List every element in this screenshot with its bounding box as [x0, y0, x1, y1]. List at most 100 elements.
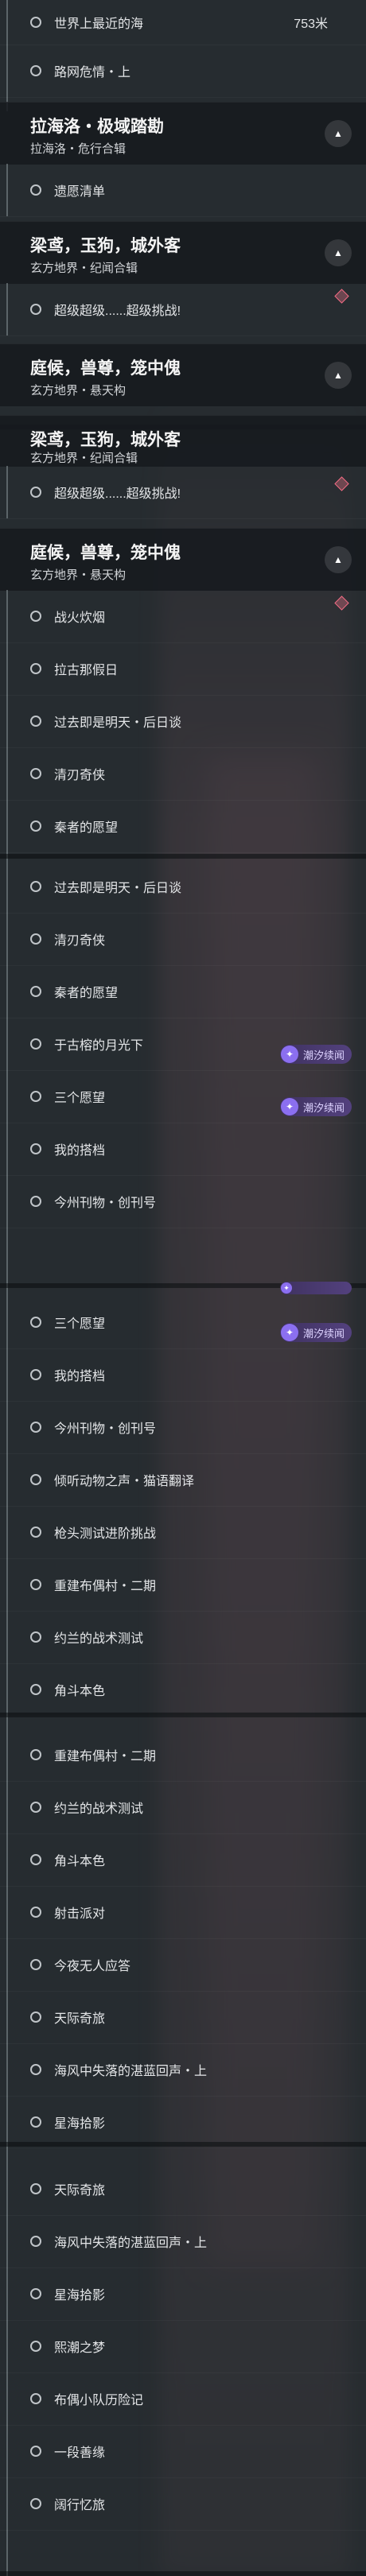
- item-label: 三个愿望: [54, 1317, 106, 1331]
- badge-label: 潮汐续闻: [303, 1101, 345, 1114]
- list-item[interactable]: 秦者的愿望: [0, 800, 366, 853]
- list-item[interactable]: 我的搭档: [0, 1348, 366, 1402]
- item-label: 射击派对: [54, 1907, 106, 1921]
- group-header[interactable]: 庭候，兽尊，笼中傀 玄方地界・悬天构 ▲: [0, 343, 366, 406]
- circle-outline-icon: [30, 1749, 41, 1760]
- list-item[interactable]: 战火炊烟: [0, 590, 366, 643]
- badge-label: 潮汐续闻: [303, 1049, 345, 1061]
- item-label: 过去即是明天・后日谈: [54, 882, 182, 895]
- list-item[interactable]: 今夜无人应答: [0, 1938, 366, 1992]
- item-label: 秦者的愿望: [54, 987, 119, 1000]
- group-header[interactable]: 梁鸢，玉狗，城外客 玄方地界・纪闻合辑 ▲: [0, 221, 366, 284]
- list-item[interactable]: 天际奇旅: [0, 2163, 366, 2216]
- circle-outline-icon: [30, 304, 41, 315]
- circle-outline-icon: [30, 17, 41, 28]
- circle-outline-icon: [30, 1802, 41, 1813]
- list-item[interactable]: 今州刊物・创刊号: [0, 1401, 366, 1454]
- list-item[interactable]: 拉古那假日: [0, 642, 366, 696]
- circle-outline-icon: [30, 1317, 41, 1328]
- item-label: 过去即是明天・后日谈: [54, 716, 182, 730]
- list-item[interactable]: 星海拾影: [0, 2096, 366, 2149]
- list-item[interactable]: 一段善缘: [0, 2425, 366, 2478]
- item-label: 约兰的战术测试: [54, 1632, 144, 1646]
- list-item[interactable]: 秦者的愿望: [0, 965, 366, 1018]
- list-item[interactable]: 重建布偶村・二期: [0, 1728, 366, 1782]
- chevron-up-icon[interactable]: ▲: [325, 546, 352, 573]
- item-label: 熙潮之梦: [54, 2341, 106, 2355]
- item-label: 枪头测试进阶挑战: [54, 1527, 157, 1541]
- list-item[interactable]: 星海拾影: [0, 2268, 366, 2321]
- list-item[interactable]: 今州刊物・创刊号: [0, 1175, 366, 1228]
- list-item[interactable]: 海风中失落的湛蓝回声・上: [0, 2215, 366, 2268]
- item-label: 角斗本色: [54, 1855, 106, 1868]
- list-item[interactable]: 过去即是明天・后日谈: [0, 860, 366, 914]
- list-item[interactable]: 清刃奇侠: [0, 747, 366, 801]
- circle-outline-icon: [30, 611, 41, 622]
- group-header[interactable]: 拉海洛・极域踏勘 拉海洛・危行合辑 ▲: [0, 102, 366, 165]
- list-item[interactable]: 射击派对: [0, 1886, 366, 1939]
- item-label: 星海拾影: [54, 2289, 106, 2302]
- list-item[interactable]: 天际奇旅: [0, 1991, 366, 2044]
- circle-outline-icon: [30, 2498, 41, 2509]
- list-item[interactable]: 熙潮之梦: [0, 2320, 366, 2373]
- item-label: 约兰的战术测试: [54, 1802, 144, 1816]
- item-label: 于古榕的月光下: [54, 1039, 144, 1053]
- list-item[interactable]: 角斗本色: [0, 1663, 366, 1717]
- list-item[interactable]: 角斗本色: [0, 1833, 366, 1887]
- item-label: 我的搭档: [54, 1370, 106, 1383]
- circle-outline-icon: [30, 2236, 41, 2247]
- screen-6: 天际奇旅 海风中失落的湛蓝回声・上 星海拾影 熙潮之梦 布偶小队历险记 一段善缘…: [0, 2147, 366, 2576]
- chevron-up-icon[interactable]: ▲: [325, 120, 352, 147]
- circle-outline-icon: [30, 2012, 41, 2023]
- screen-5: 重建布偶村・二期 约兰的战术测试 角斗本色 射击派对 今夜无人应答 天际奇旅 海…: [0, 1717, 366, 2147]
- list-item[interactable]: 约兰的战术测试: [0, 1781, 366, 1834]
- circle-outline-icon: [30, 2446, 41, 2457]
- group-subtitle: 玄方地界・纪闻合辑: [30, 262, 138, 275]
- list-item[interactable]: 重建布偶村・二期: [0, 1558, 366, 1612]
- list-item[interactable]: 清刃奇侠: [0, 913, 366, 966]
- circle-outline-icon: [30, 1422, 41, 1433]
- badge-label: 潮汐续闻: [303, 1327, 345, 1340]
- circle-outline-icon: [30, 2183, 41, 2194]
- list-item[interactable]: 超级超级......超级挑战!: [0, 466, 366, 519]
- chevron-up-icon[interactable]: ▲: [325, 239, 352, 266]
- group-header-partial[interactable]: 梁鸢，玉狗，城外客 玄方地界・纪闻合辑: [0, 415, 366, 467]
- list-item[interactable]: 海风中失落的湛蓝回声・上: [0, 2043, 366, 2097]
- list-item[interactable]: 倾听动物之声・猫语翻译: [0, 1453, 366, 1507]
- circle-outline-icon: [30, 1684, 41, 1695]
- circle-outline-icon: [30, 1474, 41, 1485]
- group-title: 梁鸢，玉狗，城外客: [30, 431, 181, 449]
- list-item[interactable]: 世界上最近的海 753米: [0, 0, 366, 45]
- screen-3: 过去即是明天・后日谈 清刃奇侠 秦者的愿望 于古榕的月光下 ✦ 潮汐续闻 三个愿…: [0, 859, 366, 1288]
- list-item[interactable]: 我的搭档: [0, 1123, 366, 1176]
- list-item[interactable]: 路网危情・上: [0, 45, 366, 98]
- item-label: 星海拾影: [54, 2117, 106, 2131]
- chevron-up-icon[interactable]: ▲: [325, 362, 352, 389]
- circle-outline-icon: [30, 986, 41, 997]
- list-item[interactable]: 枪头测试进阶挑战: [0, 1506, 366, 1559]
- list-item[interactable]: 约兰的战术测试: [0, 1611, 366, 1664]
- circle-outline-icon: [30, 1091, 41, 1102]
- item-label: 遗愿清单: [54, 185, 106, 199]
- item-label: 海风中失落的湛蓝回声・上: [54, 2237, 208, 2250]
- list-item[interactable]: 过去即是明天・后日谈: [0, 695, 366, 748]
- item-label: 海风中失落的湛蓝回声・上: [54, 2065, 208, 2078]
- circle-outline-icon: [30, 768, 41, 779]
- item-label: 世界上最近的海: [54, 17, 144, 31]
- circle-outline-icon: [30, 716, 41, 727]
- circle-outline-icon: [30, 663, 41, 674]
- item-label: 清刃奇侠: [54, 934, 106, 948]
- item-label: 今州刊物・创刊号: [54, 1422, 157, 1436]
- group-header[interactable]: 庭候，兽尊，笼中傀 玄方地界・悬天构 ▲: [0, 528, 366, 591]
- list-item[interactable]: 遗愿清单: [0, 164, 366, 217]
- item-label: 角斗本色: [54, 1685, 106, 1698]
- screen-4: ✦ 三个愿望 ✦ 潮汐续闻 我的搭档 今州刊物・创刊号 倾听动物之声・猫语翻译 …: [0, 1282, 366, 1717]
- list-item[interactable]: 超级超级......超级挑战!: [0, 283, 366, 336]
- list-item[interactable]: 阔行忆旅: [0, 2477, 366, 2531]
- group-subtitle: 玄方地界・悬天构: [30, 568, 127, 582]
- item-label: 路网危情・上: [54, 66, 131, 80]
- circle-outline-icon: [30, 2064, 41, 2075]
- tide-badge: ✦: [280, 1282, 352, 1294]
- list-item[interactable]: 布偶小队历险记: [0, 2372, 366, 2426]
- group-title: 拉海洛・极域踏勘: [30, 118, 164, 136]
